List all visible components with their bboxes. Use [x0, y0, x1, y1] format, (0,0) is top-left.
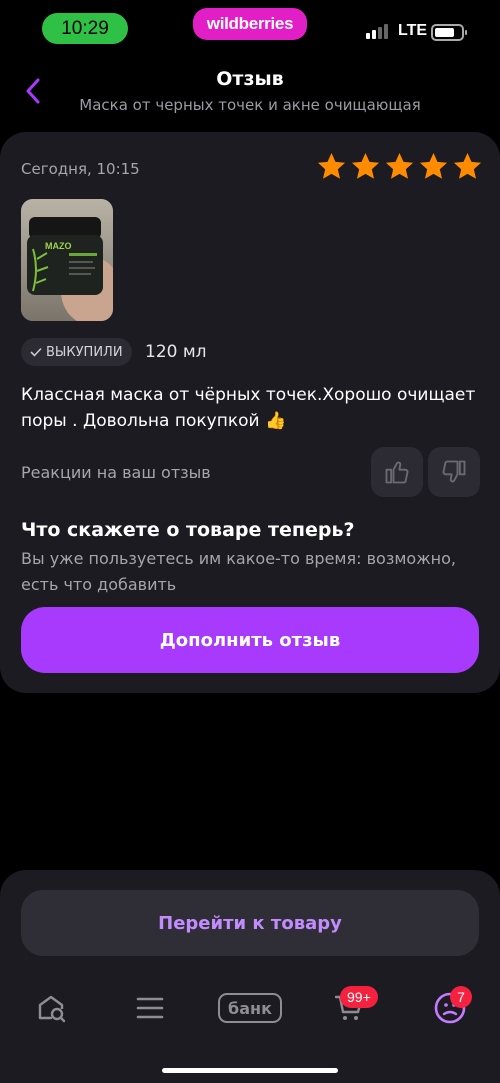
dislike-button[interactable]: [428, 447, 480, 497]
signal-icon: [366, 24, 388, 39]
cart-badge: 99+: [340, 986, 378, 1008]
profile-badge: 7: [450, 986, 472, 1008]
reactions-label: Реакции на ваш отзыв: [21, 463, 211, 482]
page-subtitle: Маска от черных точек и акне очищающая: [79, 96, 421, 114]
check-icon: [30, 347, 42, 357]
home-indicator: [162, 1068, 338, 1073]
home-search-icon: [38, 995, 66, 1023]
tab-home[interactable]: [31, 988, 71, 1028]
prompt-text: Вы уже пользуетесь им какое-то время: во…: [21, 549, 456, 594]
like-button[interactable]: [371, 447, 423, 497]
review-card: Сегодня, 10:15 MAZO ВЫКУПИЛИ 120 мл Клас…: [0, 132, 500, 693]
battery-icon: [431, 24, 467, 41]
tab-bank[interactable]: банк: [216, 988, 284, 1028]
go-to-product-button[interactable]: Перейти к товару: [21, 890, 479, 956]
prompt-title: Что скажете о товаре теперь?: [21, 519, 355, 541]
review-text: Классная маска от чёрных точек.Хорошо оч…: [21, 385, 476, 431]
brand-logo: wildberries: [193, 8, 307, 40]
status-bar: 10:29 wildberries LTE: [0, 0, 500, 56]
star-icon: [351, 152, 380, 179]
purchased-badge: ВЫКУПИЛИ: [21, 338, 132, 366]
page-title: Отзыв: [216, 68, 284, 90]
review-date: Сегодня, 10:15: [21, 160, 140, 178]
star-icon: [385, 152, 414, 179]
thumbs-down-icon: [442, 460, 466, 483]
thumbs-up-icon: [385, 461, 409, 484]
bottom-panel: Перейти к товару банк 99+ 7: [0, 870, 500, 1083]
status-time: 10:29: [42, 13, 128, 44]
bank-label: банк: [218, 993, 282, 1023]
rating-stars: [316, 151, 483, 182]
star-icon: [317, 152, 346, 179]
tab-catalog[interactable]: [130, 988, 170, 1028]
star-icon: [453, 152, 482, 179]
review-photo[interactable]: MAZO: [21, 199, 113, 321]
purchased-label: ВЫКУПИЛИ: [46, 344, 123, 360]
product-volume: 120 мл: [145, 342, 207, 362]
product-jar-image: MAZO: [21, 199, 113, 321]
add-review-button[interactable]: Дополнить отзыв: [21, 607, 479, 673]
menu-icon: [136, 997, 164, 1019]
product-label: MAZO: [45, 241, 72, 251]
star-icon: [419, 152, 448, 179]
network-type: LTE: [398, 22, 428, 39]
